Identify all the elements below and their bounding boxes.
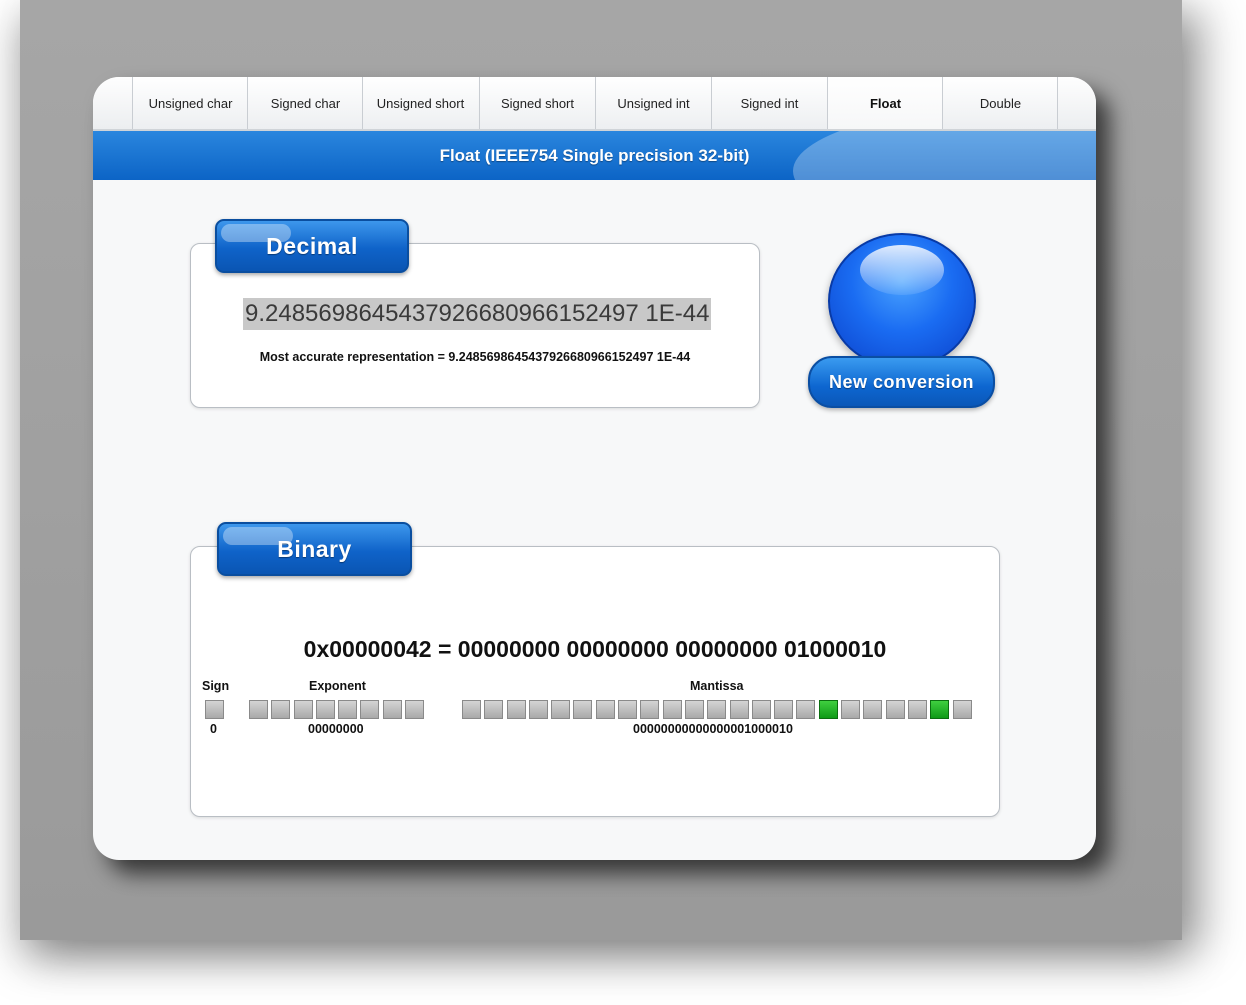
bit-toggle-off[interactable]	[528, 700, 548, 719]
binary-heading: Binary	[217, 522, 412, 576]
hex-binary-line: 0x00000042 = 00000000 00000000 00000000 …	[303, 636, 887, 662]
bit-toggle-off[interactable]	[907, 700, 927, 719]
bit-toggle-off[interactable]	[338, 700, 358, 719]
bit-toggle-on[interactable]	[818, 700, 838, 719]
bit-toggle-off[interactable]	[205, 700, 224, 719]
tab-signed-int[interactable]: Signed int	[711, 77, 827, 129]
bit-toggle-off[interactable]	[729, 700, 749, 719]
tab-unsigned-char[interactable]: Unsigned char	[132, 77, 248, 129]
sign-bits	[205, 700, 227, 719]
bit-toggle-off[interactable]	[841, 700, 861, 719]
mantissa-bits	[462, 700, 975, 719]
bit-toggle-off[interactable]	[405, 700, 425, 719]
bit-toggle-off[interactable]	[885, 700, 905, 719]
exponent-bits	[249, 700, 427, 719]
bit-toggle-off[interactable]	[484, 700, 504, 719]
bit-toggle-off[interactable]	[506, 700, 526, 719]
bit-toggle-off[interactable]	[573, 700, 593, 719]
bit-toggle-off[interactable]	[684, 700, 704, 719]
bit-toggle-off[interactable]	[551, 700, 571, 719]
bit-toggle-off[interactable]	[662, 700, 682, 719]
bit-toggle-off[interactable]	[462, 700, 481, 719]
tab-double[interactable]: Double	[942, 77, 1058, 129]
bit-toggle-off[interactable]	[796, 700, 816, 719]
mantissa-value: 00000000000000001000010	[633, 722, 793, 736]
tab-divider	[1057, 77, 1059, 129]
exponent-value: 00000000	[308, 722, 364, 736]
decimal-value[interactable]: 9.2485698645437926680966152497 1E-44	[243, 298, 712, 330]
bit-toggle-off[interactable]	[595, 700, 615, 719]
type-banner: Float (IEEE754 Single precision 32-bit)	[93, 131, 1096, 180]
bit-toggle-off[interactable]	[863, 700, 883, 719]
tab-float[interactable]: Float	[827, 77, 943, 129]
bit-toggle-off[interactable]	[249, 700, 268, 719]
exponent-label: Exponent	[309, 679, 366, 693]
bit-toggle-off[interactable]	[271, 700, 291, 719]
bit-toggle-off[interactable]	[360, 700, 380, 719]
sign-value: 0	[210, 722, 217, 736]
decimal-heading: Decimal	[215, 219, 409, 273]
tab-unsigned-int[interactable]: Unsigned int	[595, 77, 711, 129]
most-accurate-text: Most accurate representation = 9.2485698…	[259, 350, 691, 364]
tab-unsigned-short[interactable]: Unsigned short	[362, 77, 478, 129]
bit-toggle-off[interactable]	[618, 700, 638, 719]
bit-toggle-off[interactable]	[382, 700, 402, 719]
bit-toggle-off[interactable]	[751, 700, 771, 719]
bit-toggle-on[interactable]	[930, 700, 950, 719]
new-conversion-orb-icon[interactable]	[828, 233, 976, 369]
type-tabs: Unsigned char Signed char Unsigned short…	[93, 77, 1096, 131]
bit-toggle-off[interactable]	[315, 700, 335, 719]
new-conversion-button[interactable]: New conversion	[808, 356, 995, 408]
tab-signed-short[interactable]: Signed short	[479, 77, 595, 129]
sign-label: Sign	[202, 679, 230, 693]
bit-toggle-off[interactable]	[952, 700, 972, 719]
tab-signed-char[interactable]: Signed char	[247, 77, 363, 129]
bit-toggle-off[interactable]	[293, 700, 313, 719]
bit-toggle-off[interactable]	[774, 700, 794, 719]
orb-shine	[860, 245, 944, 295]
bit-toggle-off[interactable]	[707, 700, 727, 719]
mantissa-label: Mantissa	[690, 679, 744, 693]
banner-title: Float (IEEE754 Single precision 32-bit)	[439, 146, 750, 165]
bit-toggle-off[interactable]	[640, 700, 660, 719]
